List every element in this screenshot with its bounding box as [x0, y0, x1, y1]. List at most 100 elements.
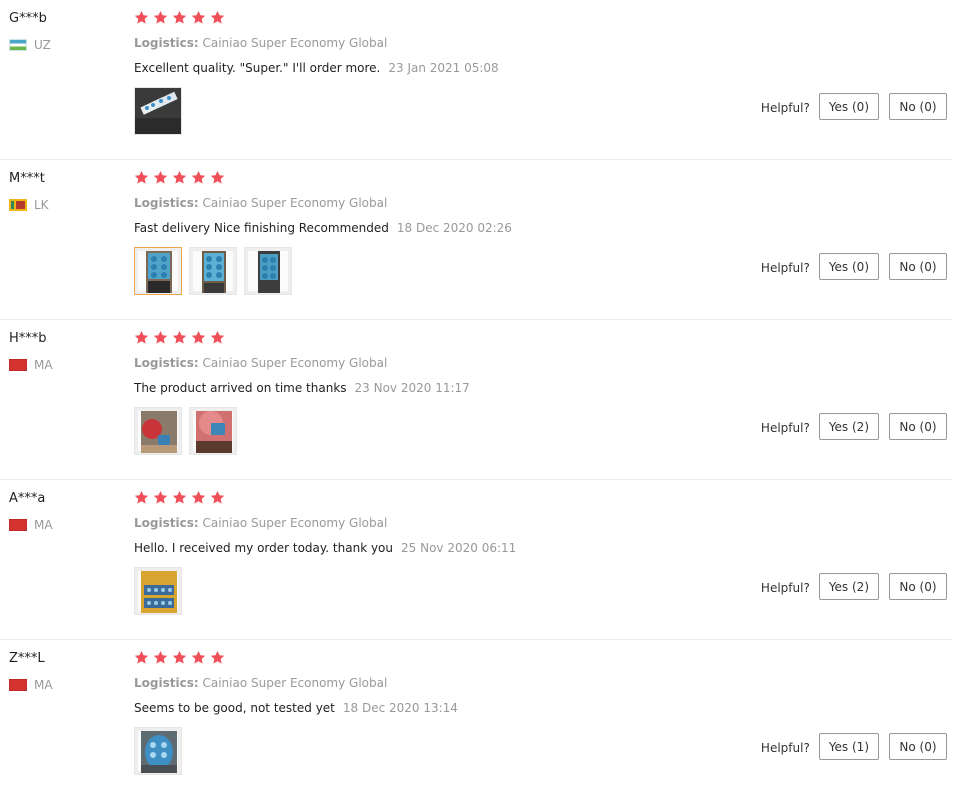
logistics-info: Logistics: Cainiao Super Economy Global — [134, 194, 387, 212]
ma-flag-icon — [9, 359, 27, 371]
review-body: Seems to be good, not tested yet — [134, 701, 335, 715]
star-icon — [210, 330, 225, 344]
star-icon — [172, 330, 187, 344]
star-icon — [172, 170, 187, 184]
star-icon — [210, 650, 225, 664]
helpful-label: Helpful? — [760, 101, 810, 115]
star-icon — [172, 490, 187, 504]
star-icon — [191, 490, 206, 504]
review-item: G***b UZ Logistics: Cainiao Super Econom… — [0, 0, 952, 160]
helpful-label: Helpful? — [760, 261, 810, 275]
review-body: The product arrived on time thanks — [134, 381, 347, 395]
star-icon — [210, 490, 225, 504]
star-icon — [134, 170, 149, 184]
uz-flag-icon — [9, 39, 27, 51]
reviewer-country: UZ — [9, 36, 51, 54]
helpful-no-button[interactable]: No (0) — [889, 733, 947, 760]
star-rating — [134, 170, 229, 188]
review-body: Fast delivery Nice finishing Recommended — [134, 221, 389, 235]
logistics-info: Logistics: Cainiao Super Economy Global — [134, 674, 387, 692]
ma-flag-icon — [9, 519, 27, 531]
review-photos — [134, 87, 189, 135]
helpful-no-button[interactable]: No (0) — [889, 573, 947, 600]
country-code: MA — [34, 358, 53, 372]
logistics-label: Logistics: — [134, 676, 199, 690]
review-photo-thumbnail[interactable] — [134, 567, 182, 615]
star-icon — [210, 10, 225, 24]
review-text: Fast delivery Nice finishing Recommended… — [134, 219, 512, 237]
helpful-no-button[interactable]: No (0) — [889, 413, 947, 440]
helpful-label: Helpful? — [760, 581, 810, 595]
review-photo-thumbnail[interactable] — [189, 407, 237, 455]
helpful-no-button[interactable]: No (0) — [889, 93, 947, 120]
star-icon — [153, 170, 168, 184]
country-code: UZ — [34, 38, 51, 52]
review-date: 23 Nov 2020 11:17 — [354, 381, 470, 395]
review-body: Hello. I received my order today. thank … — [134, 541, 394, 555]
star-icon — [191, 10, 206, 24]
logistics-label: Logistics: — [134, 36, 199, 50]
reviewer-name: A***a — [9, 491, 46, 506]
country-code: MA — [34, 518, 53, 532]
review-photo-thumbnail[interactable] — [244, 247, 292, 295]
helpful-vote: Helpful? Yes (0) No (0) — [761, 93, 947, 120]
logistics-value: Cainiao Super Economy Global — [202, 676, 388, 690]
review-body: Excellent quality. "Super." I'll order m… — [134, 61, 381, 75]
star-icon — [153, 10, 168, 24]
star-rating — [134, 650, 229, 668]
logistics-label: Logistics: — [134, 196, 199, 210]
review-photo-thumbnail[interactable] — [134, 407, 182, 455]
review-photos — [134, 727, 189, 775]
star-icon — [172, 10, 187, 24]
helpful-yes-button[interactable]: Yes (0) — [818, 253, 879, 280]
star-icon — [191, 170, 206, 184]
helpful-yes-button[interactable]: Yes (0) — [818, 93, 879, 120]
reviewer-country: MA — [9, 516, 53, 534]
country-code: MA — [34, 678, 53, 692]
review-date: 18 Dec 2020 02:26 — [396, 221, 512, 235]
logistics-label: Logistics: — [134, 516, 199, 530]
helpful-vote: Helpful? Yes (0) No (0) — [761, 253, 947, 280]
helpful-label: Helpful? — [760, 741, 810, 755]
logistics-info: Logistics: Cainiao Super Economy Global — [134, 354, 387, 372]
star-rating — [134, 10, 229, 28]
logistics-label: Logistics: — [134, 356, 199, 370]
reviewer-country: MA — [9, 356, 53, 374]
review-photo-thumbnail[interactable] — [134, 727, 182, 775]
ma-flag-icon — [9, 679, 27, 691]
star-icon — [191, 330, 206, 344]
review-photo-thumbnail[interactable] — [189, 247, 237, 295]
reviewer-country: LK — [9, 196, 49, 214]
helpful-vote: Helpful? Yes (2) No (0) — [761, 413, 947, 440]
star-icon — [134, 650, 149, 664]
review-date: 23 Jan 2021 05:08 — [388, 61, 499, 75]
star-icon — [172, 650, 187, 664]
review-photo-thumbnail[interactable] — [134, 87, 182, 135]
star-icon — [134, 10, 149, 24]
review-photo-thumbnail[interactable] — [134, 247, 182, 295]
review-photos — [134, 567, 189, 615]
helpful-yes-button[interactable]: Yes (2) — [818, 573, 879, 600]
review-text: Hello. I received my order today. thank … — [134, 539, 516, 557]
star-icon — [134, 330, 149, 344]
logistics-value: Cainiao Super Economy Global — [202, 196, 388, 210]
reviews-list: G***b UZ Logistics: Cainiao Super Econom… — [0, 0, 969, 792]
country-code: LK — [34, 198, 49, 212]
reviewer-name: G***b — [9, 11, 47, 26]
review-date: 18 Dec 2020 13:14 — [342, 701, 458, 715]
reviewer-name: Z***L — [9, 651, 45, 666]
star-icon — [210, 170, 225, 184]
logistics-info: Logistics: Cainiao Super Economy Global — [134, 34, 387, 52]
review-photos — [134, 407, 244, 455]
review-item: A***a MA Logistics: Cainiao Super Econom… — [0, 480, 952, 640]
star-icon — [191, 650, 206, 664]
helpful-yes-button[interactable]: Yes (1) — [818, 733, 879, 760]
star-rating — [134, 490, 229, 508]
star-icon — [153, 330, 168, 344]
helpful-yes-button[interactable]: Yes (2) — [818, 413, 879, 440]
helpful-no-button[interactable]: No (0) — [889, 253, 947, 280]
star-icon — [153, 490, 168, 504]
reviewer-country: MA — [9, 676, 53, 694]
logistics-value: Cainiao Super Economy Global — [202, 356, 388, 370]
review-text: The product arrived on time thanks 23 Nov… — [134, 379, 470, 397]
